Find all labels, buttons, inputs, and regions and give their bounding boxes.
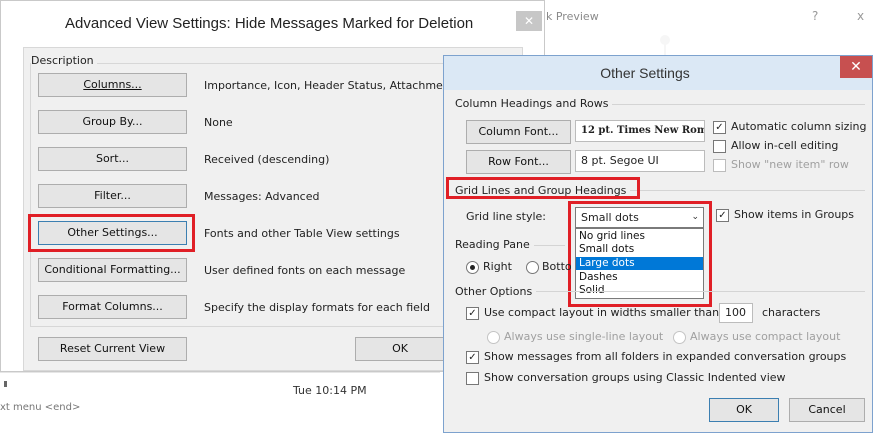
group-by-button[interactable]: Group By...	[38, 110, 187, 134]
dialog-title: Other Settings	[600, 65, 690, 81]
show-items-in-groups-checkbox[interactable]: ✓	[716, 209, 729, 222]
message-preview-text: xt menu <end>	[0, 402, 81, 413]
use-compact-layout-label: Use compact layout in widths smaller tha…	[484, 306, 720, 319]
filter-button[interactable]: Filter...	[38, 184, 187, 208]
message-time: Tue 10:14 PM	[293, 384, 367, 397]
format-columns-description: Specify the display formats for each fie…	[204, 301, 430, 314]
reading-pane-right-label: Right	[483, 260, 512, 273]
use-compact-layout-checkbox[interactable]: ✓	[466, 307, 479, 320]
format-columns-button[interactable]: Format Columns...	[38, 295, 187, 319]
grid-lines-highlight	[446, 177, 640, 199]
show-all-folders-label: Show messages from all folders in expand…	[484, 350, 847, 363]
automatic-column-sizing-label: Automatic column sizing	[731, 120, 867, 133]
show-all-folders-checkbox[interactable]: ✓	[466, 351, 479, 364]
always-compact-layout-label: Always use compact layout	[690, 330, 841, 343]
avs-ok-button[interactable]: OK	[355, 337, 445, 361]
classic-indented-view-label: Show conversation groups using Classic I…	[484, 371, 786, 384]
show-new-item-row-label: Show "new item" row	[731, 158, 849, 171]
cancel-button[interactable]: Cancel	[789, 398, 865, 422]
window-close-icon[interactable]: x	[857, 9, 864, 23]
reading-pane-right-radio[interactable]	[466, 261, 479, 274]
reading-pane-bottom-label: Botto	[542, 260, 572, 273]
allow-in-cell-editing-checkbox[interactable]	[713, 140, 726, 153]
sort-button[interactable]: Sort...	[38, 147, 187, 171]
always-compact-layout-radio	[673, 331, 686, 344]
conditional-formatting-button[interactable]: Conditional Formatting...	[38, 258, 187, 282]
group-by-description: None	[204, 116, 233, 129]
help-icon[interactable]: ?	[812, 9, 818, 23]
reading-pane-bottom-radio[interactable]	[526, 261, 539, 274]
show-items-in-groups-label: Show items in Groups	[734, 208, 855, 221]
dialog-title: Advanced View Settings: Hide Messages Ma…	[65, 15, 474, 32]
column-font-button[interactable]: Column Font...	[466, 120, 571, 144]
compact-width-input[interactable]: 100	[719, 303, 753, 323]
show-new-item-row-checkbox	[713, 159, 726, 172]
column-font-value: 12 pt. Times New Roman	[575, 120, 705, 142]
single-line-layout-label: Always use single-line layout	[504, 330, 664, 343]
filter-description: Messages: Advanced	[204, 190, 320, 203]
columns-button[interactable]: Columns...	[38, 73, 187, 97]
single-line-layout-radio	[487, 331, 500, 344]
columns-description: Importance, Icon, Header Status, Attachm…	[204, 79, 455, 92]
conditional-formatting-description: User defined fonts on each message	[204, 264, 406, 277]
reset-current-view-button[interactable]: Reset Current View	[38, 337, 187, 361]
close-icon[interactable]: ✕	[516, 11, 542, 31]
other-settings-highlight	[28, 214, 195, 252]
reading-pane-preview-label: k Preview	[546, 10, 599, 23]
automatic-column-sizing-checkbox[interactable]: ✓	[713, 121, 726, 134]
classic-indented-view-checkbox[interactable]	[466, 372, 479, 385]
message-marker	[4, 381, 7, 387]
row-font-button[interactable]: Row Font...	[466, 150, 571, 174]
dialog-titlebar: Other Settings ✕	[444, 56, 872, 90]
sort-description: Received (descending)	[204, 153, 330, 166]
row-font-value: 8 pt. Segoe UI	[575, 150, 705, 172]
other-options-section-label: Other Options	[455, 285, 537, 298]
ok-button[interactable]: OK	[709, 398, 779, 422]
description-label: Description	[31, 54, 97, 67]
grid-line-style-label: Grid line style:	[466, 210, 547, 223]
reading-pane-section-label: Reading Pane	[455, 238, 534, 251]
close-icon[interactable]: ✕	[840, 56, 872, 78]
allow-in-cell-editing-label: Allow in-cell editing	[731, 139, 839, 152]
other-settings-description: Fonts and other Table View settings	[204, 227, 400, 240]
characters-label: characters	[762, 306, 821, 319]
column-headings-section-label: Column Headings and Rows	[455, 97, 613, 110]
